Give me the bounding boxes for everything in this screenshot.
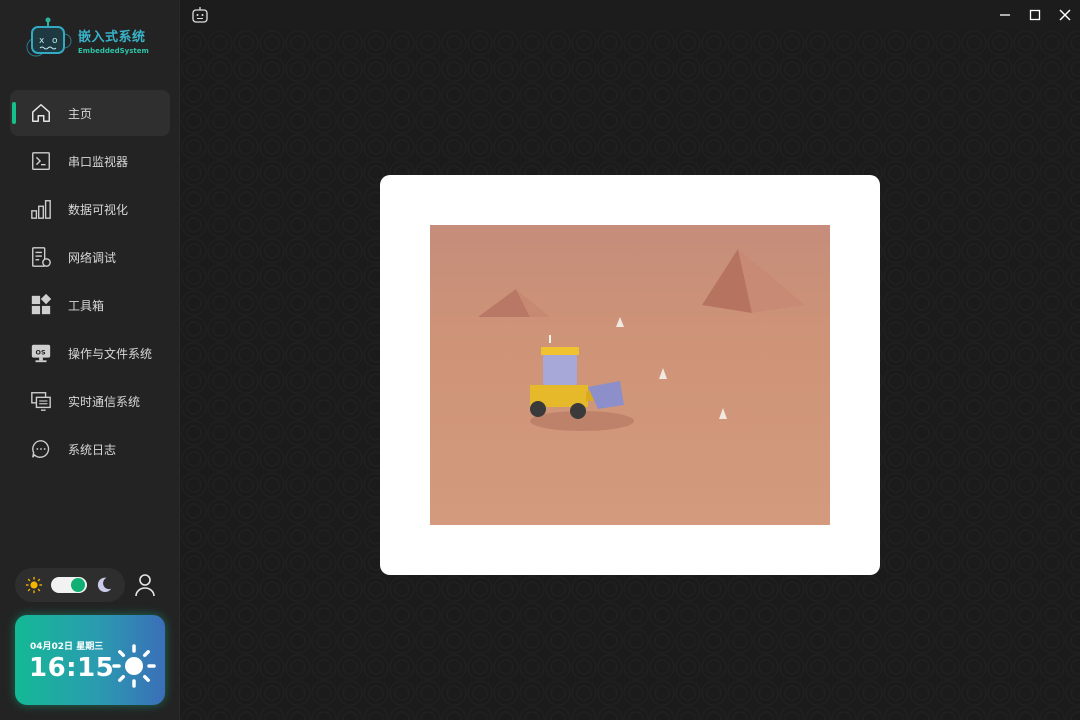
svg-text:OS: OS xyxy=(36,348,46,356)
sidebar-item-system-log[interactable]: 系统日志 xyxy=(10,426,170,472)
switch-knob xyxy=(71,578,85,592)
devices-icon xyxy=(30,390,52,412)
network-server-icon xyxy=(30,246,52,268)
theme-switch[interactable] xyxy=(51,577,87,593)
app-title: 嵌入式系统 xyxy=(78,29,146,45)
os-monitor-icon: OS xyxy=(30,342,52,364)
bulldozer-animation xyxy=(430,225,830,525)
sidebar-item-label: 实时通信系统 xyxy=(68,394,141,409)
sidebar-item-label: 串口监视器 xyxy=(68,154,129,169)
close-button[interactable] xyxy=(1056,6,1074,24)
chat-bubble-icon xyxy=(30,438,52,460)
sidebar-nav: 主页 串口监视器 数据可视化 网络调试 工具箱 OS 操作与文件系统 实时通信系… xyxy=(10,90,170,474)
sidebar-item-toolbox[interactable]: 工具箱 xyxy=(10,282,170,328)
sidebar-item-label: 工具箱 xyxy=(68,298,105,313)
svg-text:x: x xyxy=(39,36,45,46)
home-icon xyxy=(30,102,52,124)
clock-weekday: 星期三 xyxy=(76,642,104,652)
bar-chart-icon xyxy=(30,198,52,220)
sidebar-item-label: 网络调试 xyxy=(68,250,117,265)
app-logo: x o 嵌入式系统 EmbeddedSystem xyxy=(26,14,166,66)
media-card xyxy=(380,175,880,575)
theme-toggle[interactable] xyxy=(15,568,125,602)
apps-grid-icon xyxy=(30,294,52,316)
sun-icon xyxy=(111,643,157,689)
sidebar-item-network-debug[interactable]: 网络调试 xyxy=(10,234,170,280)
sidebar-item-label: 系统日志 xyxy=(68,442,117,457)
user-icon[interactable] xyxy=(134,573,156,597)
svg-text:o: o xyxy=(52,36,58,46)
robot-logo-icon: x o xyxy=(26,17,72,63)
clock-date: 04月02日 星期三 xyxy=(30,642,104,652)
sidebar-item-realtime-comm[interactable]: 实时通信系统 xyxy=(10,378,170,424)
sun-icon xyxy=(25,576,43,594)
moon-icon xyxy=(95,576,113,594)
sidebar-item-os-filesystem[interactable]: OS 操作与文件系统 xyxy=(10,330,170,376)
minimize-button[interactable] xyxy=(996,6,1014,24)
app-subtitle: EmbeddedSystem xyxy=(78,46,149,55)
maximize-button[interactable] xyxy=(1026,6,1044,24)
sidebar-item-data-visualization[interactable]: 数据可视化 xyxy=(10,186,170,232)
sidebar-item-label: 数据可视化 xyxy=(68,202,129,217)
sidebar-item-label: 操作与文件系统 xyxy=(68,346,153,361)
terminal-icon xyxy=(30,150,52,172)
robot-app-icon xyxy=(191,6,209,24)
sidebar-item-serial-monitor[interactable]: 串口监视器 xyxy=(10,138,170,184)
clock-widget: 04月02日 星期三 16:15 xyxy=(15,615,165,705)
clock-time: 16:15 xyxy=(29,653,115,683)
sidebar: x o 嵌入式系统 EmbeddedSystem 主页 串口监视器 数据可视化 … xyxy=(0,0,180,720)
sidebar-item-label: 主页 xyxy=(68,106,93,121)
sidebar-item-home[interactable]: 主页 xyxy=(10,90,170,136)
